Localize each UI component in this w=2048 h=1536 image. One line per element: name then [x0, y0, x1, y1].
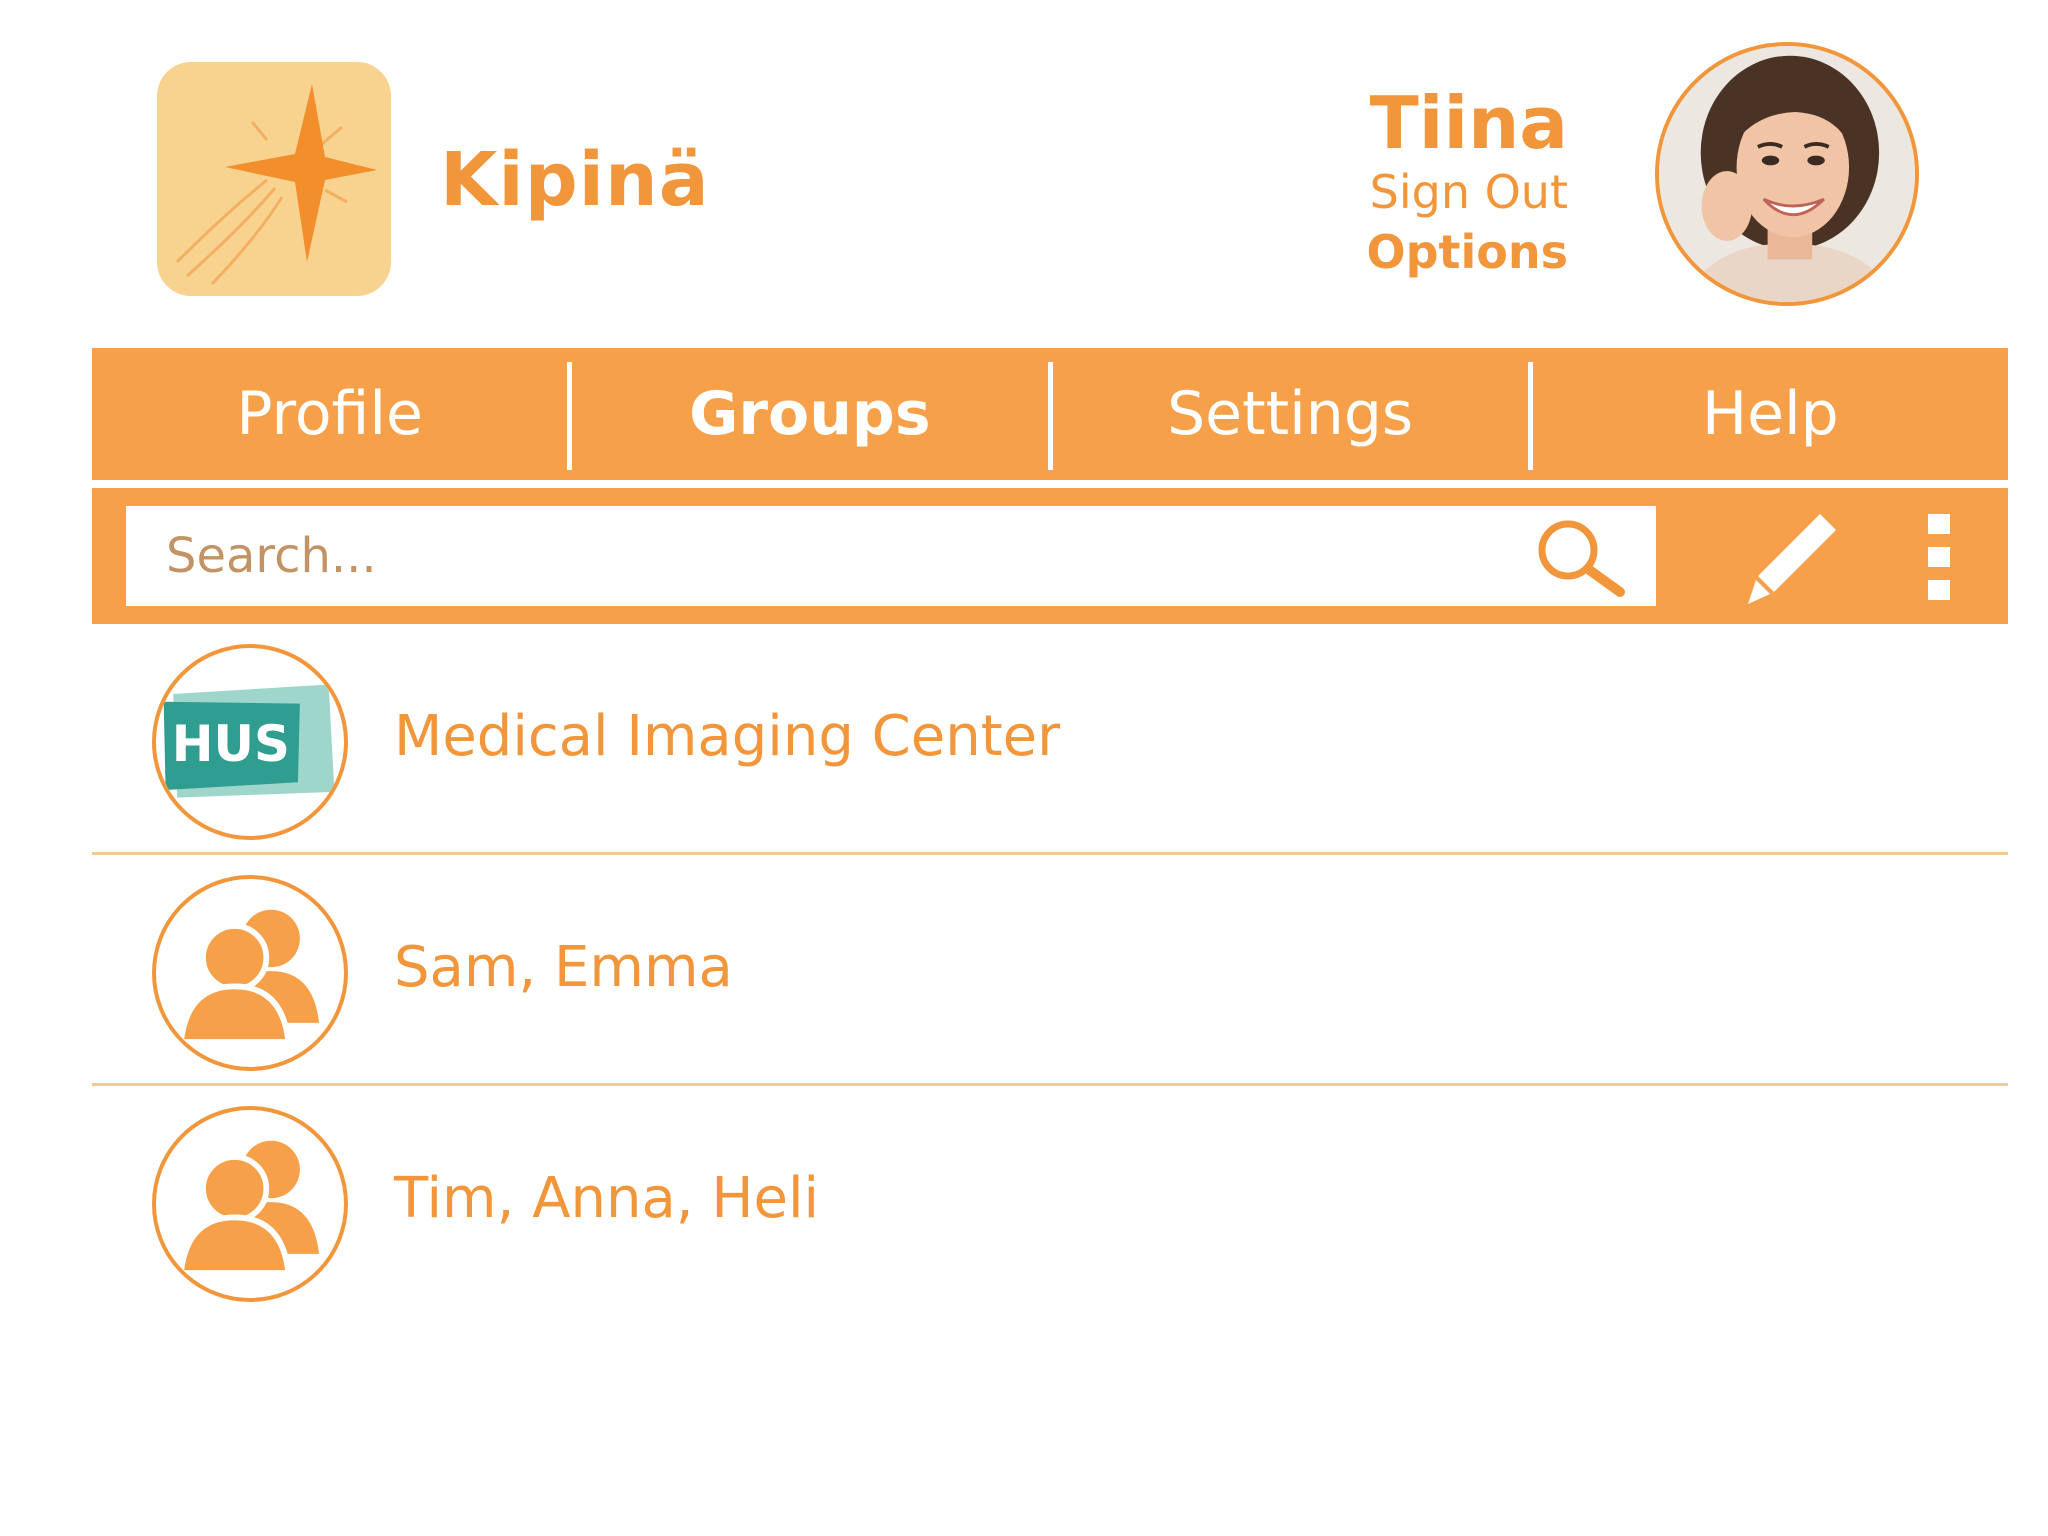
hus-logo-text: HUS [172, 715, 290, 773]
group-name: Tim, Anna, Heli [394, 1166, 820, 1231]
sign-out-link[interactable]: Sign Out [1366, 162, 1568, 222]
group-name: Sam, Emma [394, 935, 733, 1000]
user-photo [1659, 46, 1915, 302]
search-icon[interactable] [1528, 514, 1632, 598]
group-list: HUS Medical Imaging Center Sam, Emma Tim… [92, 624, 2008, 1314]
options-link[interactable]: Options [1366, 222, 1568, 282]
user-menu: Tiina Sign Out Options [1366, 84, 1568, 282]
group-name: Medical Imaging Center [394, 704, 1061, 769]
search-toolbar [92, 488, 2008, 624]
group-people-icon [152, 1106, 348, 1302]
sparkle-star-icon [175, 84, 377, 286]
app-logo [157, 62, 391, 296]
user-name: Tiina [1369, 81, 1568, 165]
app-page: Kipinä Tiina Sign Out Options Profile Gr… [0, 0, 2048, 1536]
search-field [126, 506, 1656, 606]
list-item[interactable]: Tim, Anna, Heli [92, 1086, 2008, 1314]
tab-profile[interactable]: Profile [92, 348, 567, 480]
list-item[interactable]: HUS Medical Imaging Center [92, 624, 2008, 855]
list-item[interactable]: Sam, Emma [92, 855, 2008, 1086]
main-tabbar: Profile Groups Settings Help [92, 348, 2008, 480]
tab-settings[interactable]: Settings [1053, 348, 1528, 480]
organization-logo: HUS [152, 644, 348, 840]
tab-groups[interactable]: Groups [572, 348, 1047, 480]
user-avatar[interactable] [1655, 42, 1919, 306]
tab-help[interactable]: Help [1533, 348, 2008, 480]
more-vertical-icon[interactable] [1922, 510, 1958, 604]
search-input[interactable] [126, 506, 1526, 606]
app-name: Kipinä [440, 137, 710, 223]
pencil-icon[interactable] [1742, 508, 1842, 608]
group-people-icon [152, 875, 348, 1071]
